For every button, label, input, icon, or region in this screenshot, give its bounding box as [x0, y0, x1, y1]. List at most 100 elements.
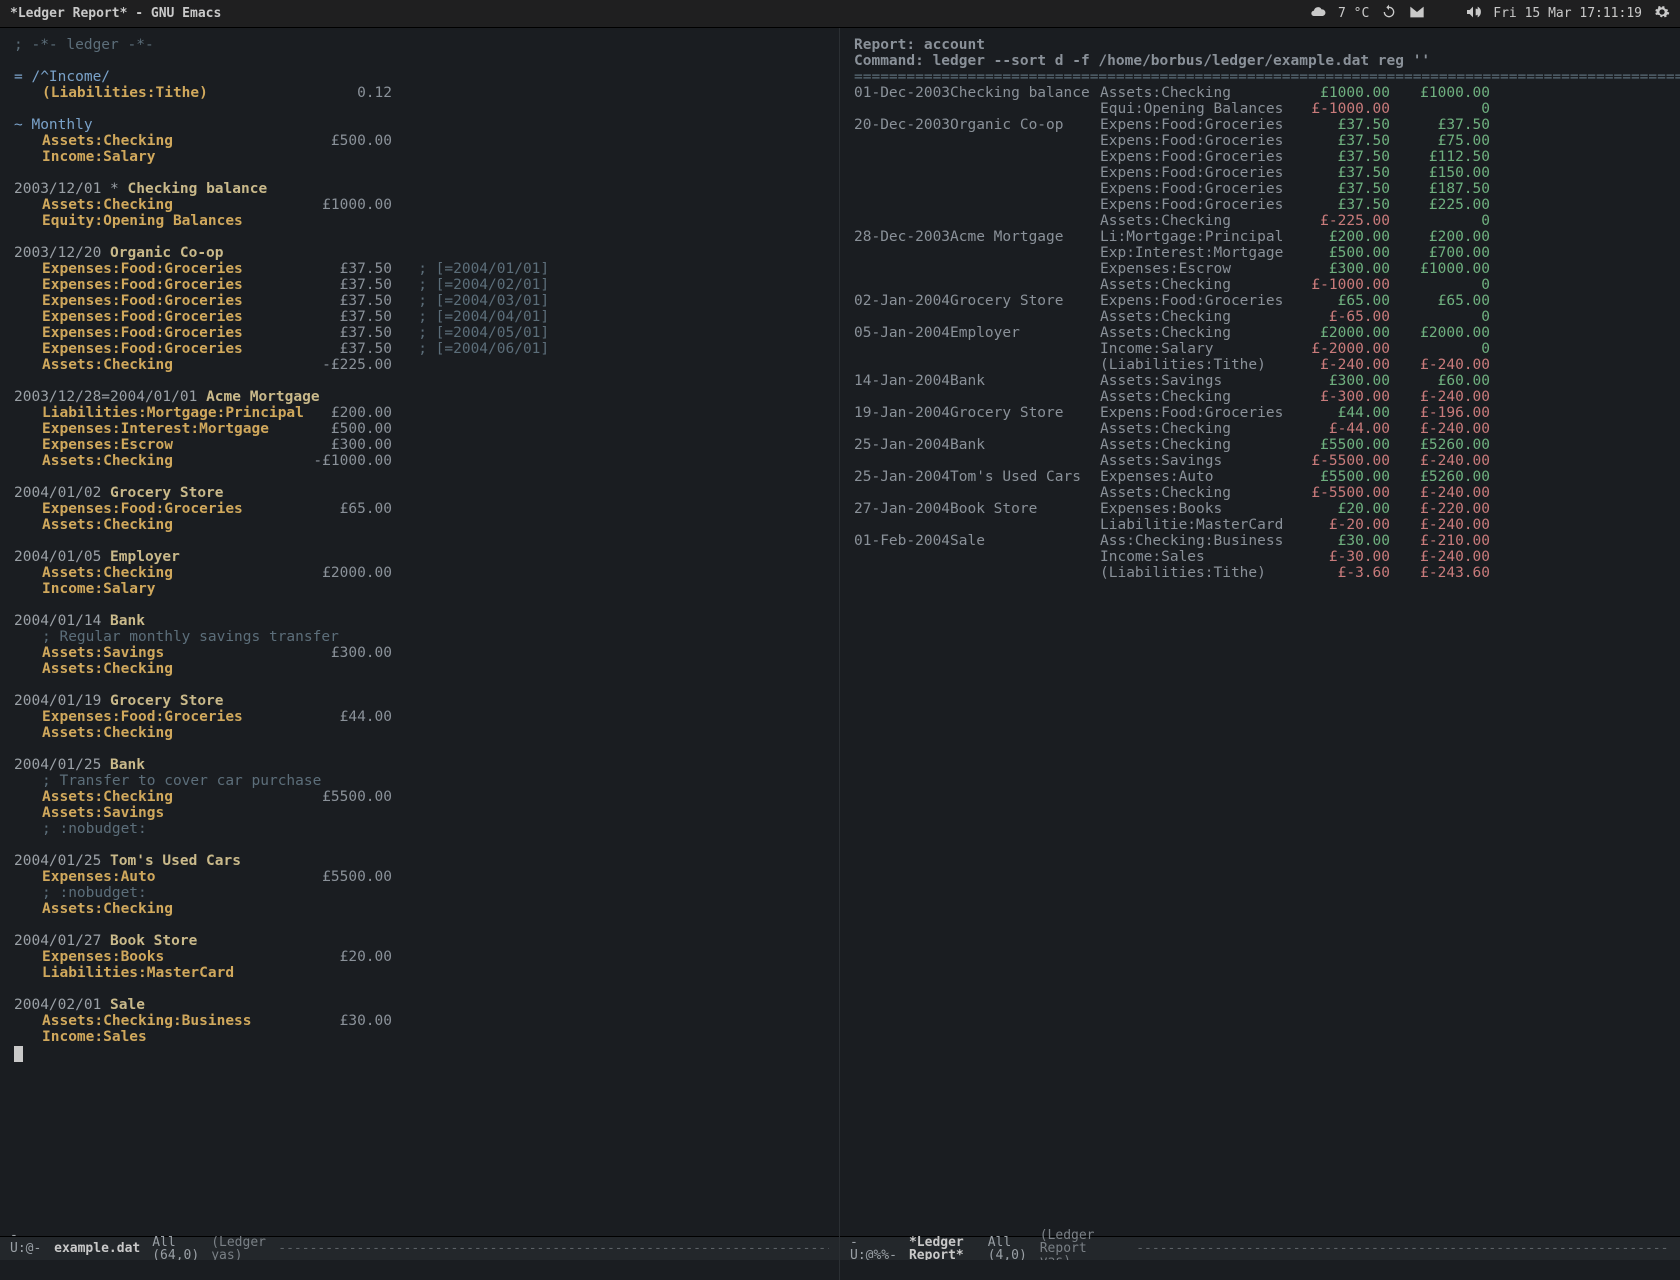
minibuffer[interactable]: [0, 1260, 839, 1280]
source-line: 2004/02/01 Sale: [14, 998, 825, 1014]
source-line: 2004/01/05 Employer: [14, 550, 825, 566]
source-line: Assets:Checking-£225.00: [14, 358, 825, 374]
source-line: Assets:Savings£300.00: [14, 646, 825, 662]
source-line: [14, 918, 825, 934]
source-line: [14, 470, 825, 486]
right-modeline: -U:@%%- *Ledger Report* All (4,0) (Ledge…: [840, 1236, 1680, 1260]
source-line: ~ Monthly: [14, 118, 825, 134]
modeline-filler: ----------------------------------------…: [1136, 1242, 1670, 1255]
report-row: 01-Feb-2004SaleAss:Checking:Business£30.…: [854, 534, 1666, 550]
source-line: = /^Income/: [14, 70, 825, 86]
source-line: 2003/12/01 * Checking balance: [14, 182, 825, 198]
modeline-location: All (64,0): [152, 1236, 199, 1262]
modeline-mode: (Ledger yas): [211, 1236, 266, 1262]
source-line: Liabilities:Mortgage:Principal£200.00: [14, 406, 825, 422]
source-line: Expenses:Food:Groceries£65.00: [14, 502, 825, 518]
source-line: Assets:Checking£500.00: [14, 134, 825, 150]
network-icon[interactable]: [1437, 4, 1453, 23]
report-row: 01-Dec-2003Checking balanceAssets:Checki…: [854, 86, 1666, 102]
source-line: Assets:Checking£2000.00: [14, 566, 825, 582]
report-row: Expenses:Escrow£300.00£1000.00: [854, 262, 1666, 278]
settings-gear-icon[interactable]: [1654, 4, 1670, 23]
source-line: Income:Salary: [14, 582, 825, 598]
report-row: Equi:Opening Balances£-1000.000: [854, 102, 1666, 118]
source-line: ; Transfer to cover car purchase: [14, 774, 825, 790]
report-row: (Liabilities:Tithe)£-3.60£-243.60: [854, 566, 1666, 582]
left-pane: ; -*- ledger -*- = /^Income/(Liabilities…: [0, 28, 840, 1280]
modeline-location: All (4,0): [988, 1236, 1028, 1262]
source-line: Assets:Checking: [14, 726, 825, 742]
report-title: Report: account: [854, 38, 1666, 54]
source-line: Expenses:Food:Groceries£37.50 ; [=2004/0…: [14, 294, 825, 310]
mail-icon[interactable]: [1409, 4, 1425, 23]
source-line: Expenses:Books£20.00: [14, 950, 825, 966]
report-row: Exp:Interest:Mortgage£500.00£700.00: [854, 246, 1666, 262]
source-line: [14, 166, 825, 182]
source-line: Expenses:Food:Groceries£37.50 ; [=2004/0…: [14, 278, 825, 294]
source-line: [14, 742, 825, 758]
weather-temp: 7 °C: [1338, 7, 1369, 20]
source-line: [14, 230, 825, 246]
clock: Fri 15 Mar 17:11:19: [1493, 7, 1642, 20]
source-line: Expenses:Food:Groceries£37.50 ; [=2004/0…: [14, 342, 825, 358]
source-line: [14, 678, 825, 694]
source-line: [14, 1046, 825, 1062]
source-line: [14, 534, 825, 550]
refresh-icon[interactable]: [1381, 4, 1397, 23]
report-row: 25-Jan-2004BankAssets:Checking£5500.00£5…: [854, 438, 1666, 454]
modeline-buffer-name: example.dat: [54, 1242, 140, 1255]
source-line: (Liabilities:Tithe)0.12: [14, 86, 825, 102]
ledger-report-buffer[interactable]: Report: accountCommand: ledger --sort d …: [840, 28, 1680, 1236]
source-line: [14, 838, 825, 854]
source-line: Equity:Opening Balances: [14, 214, 825, 230]
source-line: [14, 102, 825, 118]
cursor: [14, 1046, 23, 1062]
window-title: *Ledger Report* - GNU Emacs: [10, 7, 221, 20]
report-row: Assets:Checking£-5500.00£-240.00: [854, 486, 1666, 502]
source-line: 2003/12/20 Organic Co-op: [14, 246, 825, 262]
source-line: Assets:Checking: [14, 662, 825, 678]
source-line: ; :nobudget:: [14, 886, 825, 902]
report-row: Assets:Checking£-65.000: [854, 310, 1666, 326]
report-row: Assets:Checking£-1000.000: [854, 278, 1666, 294]
source-line: Expenses:Food:Groceries£37.50 ; [=2004/0…: [14, 310, 825, 326]
report-row: Assets:Checking£-225.000: [854, 214, 1666, 230]
source-line: [14, 598, 825, 614]
report-row: 25-Jan-2004Tom's Used CarsExpenses:Auto£…: [854, 470, 1666, 486]
source-line: Income:Sales: [14, 1030, 825, 1046]
source-line: Expenses:Auto£5500.00: [14, 870, 825, 886]
report-row: Assets:Savings£-5500.00£-240.00: [854, 454, 1666, 470]
system-tray: 7 °C Fri 15 Mar 17:11:19: [1310, 4, 1670, 23]
report-row: 14-Jan-2004BankAssets:Savings£300.00£60.…: [854, 374, 1666, 390]
report-separator: ========================================…: [854, 70, 1666, 86]
report-row: 02-Jan-2004Grocery StoreExpens:Food:Groc…: [854, 294, 1666, 310]
report-row: Expens:Food:Groceries£37.50£150.00: [854, 166, 1666, 182]
source-line: Assets:Checking£1000.00: [14, 198, 825, 214]
ledger-source-buffer[interactable]: ; -*- ledger -*- = /^Income/(Liabilities…: [0, 28, 839, 1236]
source-line: 2004/01/27 Book Store: [14, 934, 825, 950]
source-line: 2004/01/14 Bank: [14, 614, 825, 630]
modeline-filler: ----------------------------------------…: [278, 1242, 829, 1255]
report-row: Assets:Checking£-300.00£-240.00: [854, 390, 1666, 406]
source-line: [14, 54, 825, 70]
source-line: Expenses:Food:Groceries£37.50 ; [=2004/0…: [14, 326, 825, 342]
topbar: *Ledger Report* - GNU Emacs 7 °C Fri 15 …: [0, 0, 1680, 28]
source-line: Assets:Checking: [14, 518, 825, 534]
volume-icon[interactable]: [1465, 4, 1481, 23]
report-row: 20-Dec-2003Organic Co-opExpens:Food:Groc…: [854, 118, 1666, 134]
report-row: Income:Salary£-2000.000: [854, 342, 1666, 358]
report-row: Expens:Food:Groceries£37.50£225.00: [854, 198, 1666, 214]
source-line: ; Regular monthly savings transfer: [14, 630, 825, 646]
source-line: Income:Salary: [14, 150, 825, 166]
modeline-buffer-name: *Ledger Report*: [909, 1236, 976, 1262]
report-row: Expens:Food:Groceries£37.50£75.00: [854, 134, 1666, 150]
source-line: ; -*- ledger -*-: [14, 38, 825, 54]
report-row: Assets:Checking£-44.00£-240.00: [854, 422, 1666, 438]
source-line: 2004/01/02 Grocery Store: [14, 486, 825, 502]
source-line: [14, 982, 825, 998]
left-modeline: -U:@--- example.dat All (64,0) (Ledger y…: [0, 1236, 839, 1260]
source-line: Expenses:Escrow£300.00: [14, 438, 825, 454]
source-line: Assets:Checking:Business£30.00: [14, 1014, 825, 1030]
source-line: 2004/01/25 Tom's Used Cars: [14, 854, 825, 870]
source-line: ; :nobudget:: [14, 822, 825, 838]
